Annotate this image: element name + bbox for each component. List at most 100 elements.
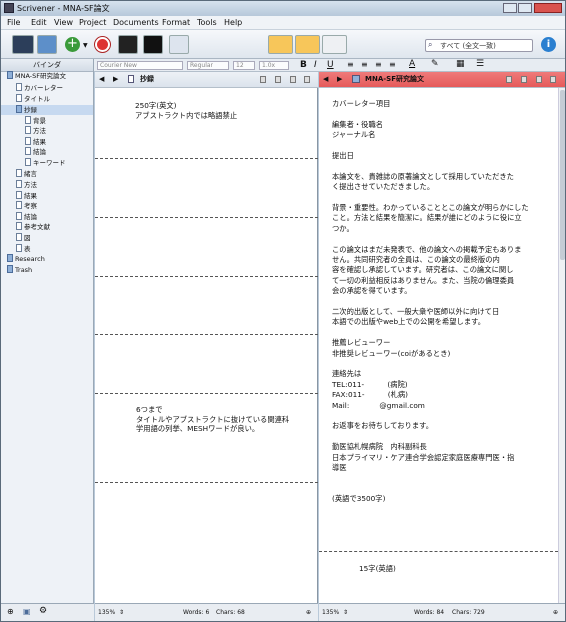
split-close-icon[interactable] — [550, 76, 556, 83]
binder-item[interactable]: キーワード — [1, 158, 93, 168]
menu-view[interactable]: View — [54, 18, 73, 27]
forward-arrow-icon[interactable]: ▶ — [337, 72, 342, 87]
lock-icon[interactable] — [506, 76, 512, 83]
back-arrow-icon[interactable]: ◀ — [99, 72, 104, 87]
align-left-icon[interactable]: ≡ — [347, 60, 354, 69]
italic-button[interactable]: I — [314, 60, 317, 70]
style-select[interactable]: Regular — [187, 61, 229, 70]
binder-item[interactable]: タイトル — [1, 94, 93, 104]
toolbar: + ▼ ⌕ すべて (全文一致) i — [1, 30, 565, 59]
split-horizontal-icon[interactable] — [536, 76, 542, 83]
binder-item[interactable]: 結論 — [1, 212, 93, 222]
text-line: 本語での出版やweb上での公開を希望します。 — [332, 317, 485, 327]
full-screen-button[interactable] — [143, 35, 163, 54]
lock-icon[interactable] — [260, 76, 266, 83]
menu-edit[interactable]: Edit — [31, 18, 47, 27]
zoom-level[interactable]: 135% — [98, 604, 115, 621]
split-close-icon[interactable] — [304, 76, 310, 83]
spacing-select[interactable]: 1.0x — [259, 61, 289, 70]
binder-item[interactable]: 図 — [1, 233, 93, 243]
scrollbar-thumb[interactable] — [560, 90, 565, 260]
scrollbar[interactable] — [558, 88, 565, 618]
document-icon — [16, 201, 22, 209]
binder-item[interactable]: 背景 — [1, 116, 93, 126]
search-field[interactable]: ⌕ すべて (全文一致) — [425, 39, 533, 52]
text-color-icon[interactable]: A — [409, 59, 415, 69]
list-icon[interactable]: ☰ — [476, 59, 484, 69]
text-line: TEL:011- (病院) — [332, 379, 408, 389]
binder-item[interactable]: 結論 — [1, 147, 93, 157]
text-line: 導医 — [332, 463, 347, 472]
split-horizontal-icon[interactable] — [290, 76, 296, 83]
table-icon[interactable]: ▦ — [456, 59, 465, 69]
binder-item[interactable]: Research — [1, 254, 93, 264]
menu-help[interactable]: Help — [224, 18, 242, 27]
font-select[interactable]: Courier New — [97, 61, 183, 70]
text-line: 会の承認を得ています。 — [332, 286, 412, 296]
binder-item[interactable]: 方法 — [1, 126, 93, 136]
keyword-note: 6つまで タイトルやアブストラクトに抜けている関連科 学用語の列挙、MESHワー… — [136, 405, 290, 434]
window-title: Scrivener - MNA-SF論文 — [17, 4, 110, 13]
zoom-stepper-icon[interactable]: ⇕ — [343, 604, 348, 621]
target-icon[interactable]: ⊕ — [553, 604, 558, 621]
binder-item-label: 図 — [24, 234, 31, 242]
help-info-icon[interactable]: i — [541, 37, 556, 52]
gear-icon[interactable]: ⚙ — [39, 606, 47, 616]
binder-item[interactable]: カバーレター — [1, 83, 93, 93]
size-select[interactable]: 12 — [233, 61, 255, 70]
menu-format[interactable]: Format — [162, 18, 190, 27]
binder-item[interactable]: 緒言 — [1, 169, 93, 179]
add-icon[interactable]: + — [65, 37, 80, 52]
align-right-icon[interactable]: ≡ — [375, 60, 382, 69]
binder-item[interactable]: 参考文献 — [1, 222, 93, 232]
binder-item[interactable]: MNA-SF研究論文 — [1, 71, 93, 81]
word-count: Words: 84 — [414, 609, 445, 616]
binder-item-label: 方法 — [24, 181, 37, 189]
maximize-button[interactable] — [518, 3, 532, 13]
text-line: 編集者・役職名 — [332, 119, 384, 129]
close-button[interactable] — [534, 3, 562, 13]
back-arrow-icon[interactable]: ◀ — [323, 72, 328, 87]
inspector-folder-button[interactable] — [37, 35, 57, 54]
view-mode-outline-button[interactable] — [322, 35, 347, 54]
menu-documents[interactable]: Documents — [113, 18, 159, 27]
forward-arrow-icon[interactable]: ▶ — [113, 72, 118, 87]
header-button-2[interactable] — [275, 76, 281, 83]
view-mode-corkboard-button[interactable] — [295, 35, 320, 54]
compile-button[interactable] — [169, 35, 189, 54]
minimize-button[interactable] — [503, 3, 517, 13]
binder-item[interactable]: 結果 — [1, 137, 93, 147]
section-divider — [95, 482, 318, 483]
bold-button[interactable]: B — [300, 60, 307, 70]
binder-toggle-button[interactable] — [12, 35, 34, 54]
zoom-level[interactable]: 135% — [322, 604, 339, 621]
highlight-icon[interactable]: ✎ — [431, 59, 439, 69]
header-button-2[interactable] — [521, 76, 527, 83]
binder-item[interactable]: 抄録 — [1, 105, 93, 115]
text-line: 二次的出版として、一般大衆や医師以外に向けて日 — [332, 307, 500, 316]
left-editor[interactable]: ◀ ▶ 抄録 250字(英文) アブストラクト内では略語禁止 6つまで タイトル… — [95, 72, 318, 603]
binder-item-label: 結論 — [33, 148, 46, 156]
chevron-down-icon[interactable]: ▼ — [83, 42, 88, 49]
zoom-stepper-icon[interactable]: ⇕ — [119, 604, 124, 621]
menu-project[interactable]: Project — [79, 18, 106, 27]
keywords-button[interactable] — [118, 35, 138, 54]
binder-item[interactable]: 結果 — [1, 191, 93, 201]
menu-tools[interactable]: Tools — [197, 18, 217, 27]
menu-file[interactable]: File — [7, 18, 20, 27]
document-icon — [25, 116, 31, 124]
view-mode-scrivenings-button[interactable] — [268, 35, 293, 54]
binder-item[interactable]: 表 — [1, 244, 93, 254]
binder-item[interactable]: 方法 — [1, 180, 93, 190]
add-item-icon[interactable]: ⊕ — [7, 607, 14, 616]
align-center-icon[interactable]: ≡ — [361, 60, 368, 69]
delete-icon[interactable] — [95, 37, 110, 52]
binder-item[interactable]: 考察 — [1, 201, 93, 211]
underline-button[interactable]: U — [327, 60, 334, 70]
folder-icon[interactable]: ▣ — [23, 607, 31, 616]
section-divider — [95, 276, 318, 277]
align-justify-icon[interactable]: ≡ — [389, 60, 396, 69]
right-editor[interactable]: ◀ ▶ MNA-SF研究論文 カバーレター項目 編集者・役職名 ジャーナル名 提出日本… — [319, 72, 565, 618]
target-icon[interactable]: ⊕ — [306, 604, 311, 621]
binder-item[interactable]: Trash — [1, 265, 93, 275]
